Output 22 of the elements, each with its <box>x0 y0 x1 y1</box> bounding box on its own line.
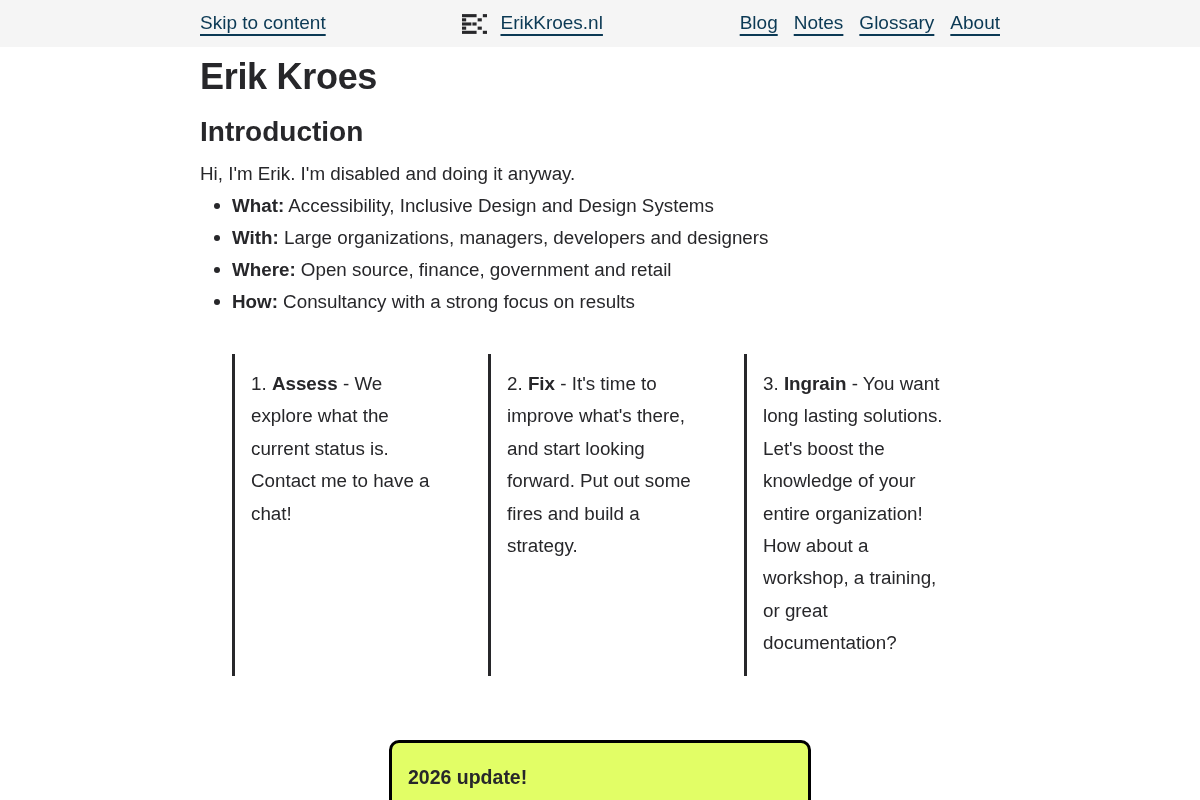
list-item-text: Where: Open source, finance, government and retail <box>232 257 672 282</box>
nav-link[interactable]: About <box>950 9 1000 38</box>
nav-link[interactable]: Blog <box>739 9 778 38</box>
step-text: 1. Assess - We explore what the current status is. Contact me to have a chat! <box>251 372 431 526</box>
bullet-icon <box>214 267 220 273</box>
section-heading: Introduction <box>200 115 365 149</box>
list-item-text: How: Consultancy with a strong focus on results <box>232 289 635 314</box>
bullet-icon <box>214 299 220 305</box>
bullet-icon <box>214 203 220 209</box>
bullet-icon <box>214 235 220 241</box>
list-item-text: With: Large organizations, managers, developers and designers <box>232 225 769 250</box>
list-item-text: What: Accessibility, Inclusive Design and Design Systems <box>232 193 714 218</box>
nav-link[interactable]: Notes <box>793 9 844 38</box>
step-text: 2. Fix - It's time to improve what's there, and start looking forward. Put out some fires and build a strategy. <box>507 372 692 559</box>
step-text: 3. Ingrain - You want long lasting solutions. Let's boost the knowledge of your entire organization! How about a workshop, a training, or great documentation? <box>763 372 944 656</box>
site-name-link[interactable]: ErikKroes.nl <box>500 9 603 38</box>
pixel-logo-icon <box>462 13 488 34</box>
nav-link[interactable]: Glossary <box>859 9 935 38</box>
skip-link[interactable]: Skip to content <box>200 9 326 38</box>
update-title: 2026 update! <box>408 765 529 790</box>
page-title: Erik Kroes <box>200 57 379 97</box>
intro-text: Hi, I'm Erik. I'm disabled and doing it anyway. <box>200 162 577 186</box>
